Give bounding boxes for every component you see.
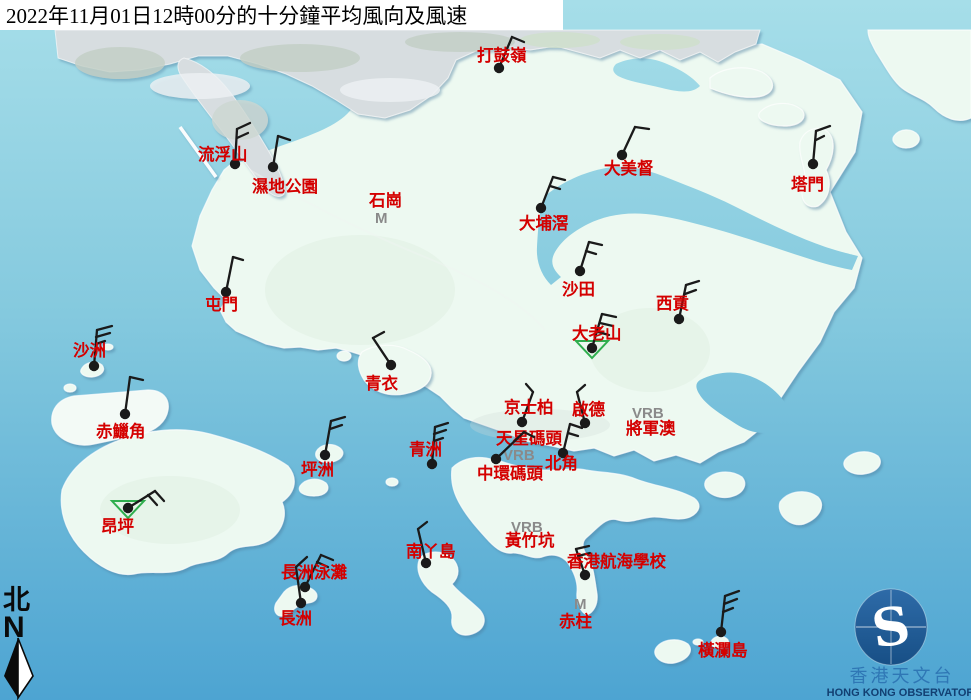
station-label: 長洲: [279, 609, 312, 628]
station-dot: [296, 598, 306, 608]
station-label: 青衣: [365, 373, 399, 393]
station-dot: [427, 459, 437, 469]
station-label: 中環碼頭: [477, 463, 544, 483]
hko-logo-chinese: 香港天文台: [850, 666, 955, 686]
station-label: 黃竹坑: [504, 530, 555, 550]
station-label: 啟德: [572, 399, 606, 419]
station-label: 天星碼頭: [496, 429, 563, 448]
station-dot: [123, 503, 133, 513]
station-dot: [808, 159, 818, 169]
station-dot: [587, 343, 597, 353]
station-label: 沙田: [562, 280, 595, 299]
station-label: 流浮山: [198, 144, 248, 164]
station-label: 塔門: [791, 174, 824, 194]
station-label: 將軍澳: [626, 418, 676, 438]
title-bar: 2022年11月01日12時00分的十分鐘平均風向及風速: [0, 0, 563, 30]
station-label: 長洲泳灘: [281, 562, 348, 582]
station-label: 香港航海學校: [567, 551, 667, 571]
station-dot: [120, 409, 130, 419]
station-label: 石崗: [368, 191, 402, 210]
station-label: 北角: [545, 453, 578, 473]
station-marker-m: M: [574, 596, 587, 613]
wind-map-screenshot: 流浮山濕地公園打鼓嶺大美督塔門M石崗大埔滘沙田西貢大老山京士柏啟德VRB天星碼頭…: [0, 0, 971, 700]
station-dot: [320, 450, 330, 460]
station-label: 沙洲: [73, 341, 106, 360]
station-label: 京士柏: [504, 397, 554, 417]
station-label: 打鼓嶺: [477, 45, 527, 65]
station-label: 赤鱲角: [96, 421, 146, 441]
station-label: 屯門: [205, 294, 238, 314]
station-label: 青洲: [409, 439, 442, 459]
station-dot: [580, 570, 590, 580]
station-dot: [386, 360, 396, 370]
station-label: 橫瀾島: [698, 640, 748, 660]
station-marker-m: M: [375, 210, 388, 227]
station-label: 大美督: [604, 158, 654, 178]
station-label: 坪洲: [301, 460, 334, 479]
station-label: 大埔滘: [519, 213, 569, 233]
station-dot: [300, 582, 310, 592]
station-marker-vrb: VRB: [503, 447, 535, 464]
map-title: 2022年11月01日12時00分的十分鐘平均風向及風速: [6, 4, 467, 28]
station-label: 昂坪: [101, 517, 135, 536]
station-dot: [517, 417, 527, 427]
station-label: 南丫島: [406, 541, 456, 561]
station-label: 西貢: [656, 294, 690, 313]
station-label: 濕地公園: [252, 176, 318, 196]
station-dot: [268, 162, 278, 172]
station-label: 大老山: [572, 323, 622, 343]
station-dot: [674, 314, 684, 324]
station-dot: [89, 361, 99, 371]
station-dot: [575, 266, 585, 276]
station-dot: [536, 203, 546, 213]
station-dot: [491, 454, 501, 464]
hong-kong-wind-map: 流浮山濕地公園打鼓嶺大美督塔門M石崗大埔滘沙田西貢大老山京士柏啟德VRB天星碼頭…: [0, 0, 971, 700]
station-label: 赤柱: [559, 611, 593, 631]
station-dot: [716, 627, 726, 637]
compass-letter-n: N: [3, 611, 25, 644]
hko-logo-english: HONG KONG OBSERVATORY: [827, 687, 971, 699]
